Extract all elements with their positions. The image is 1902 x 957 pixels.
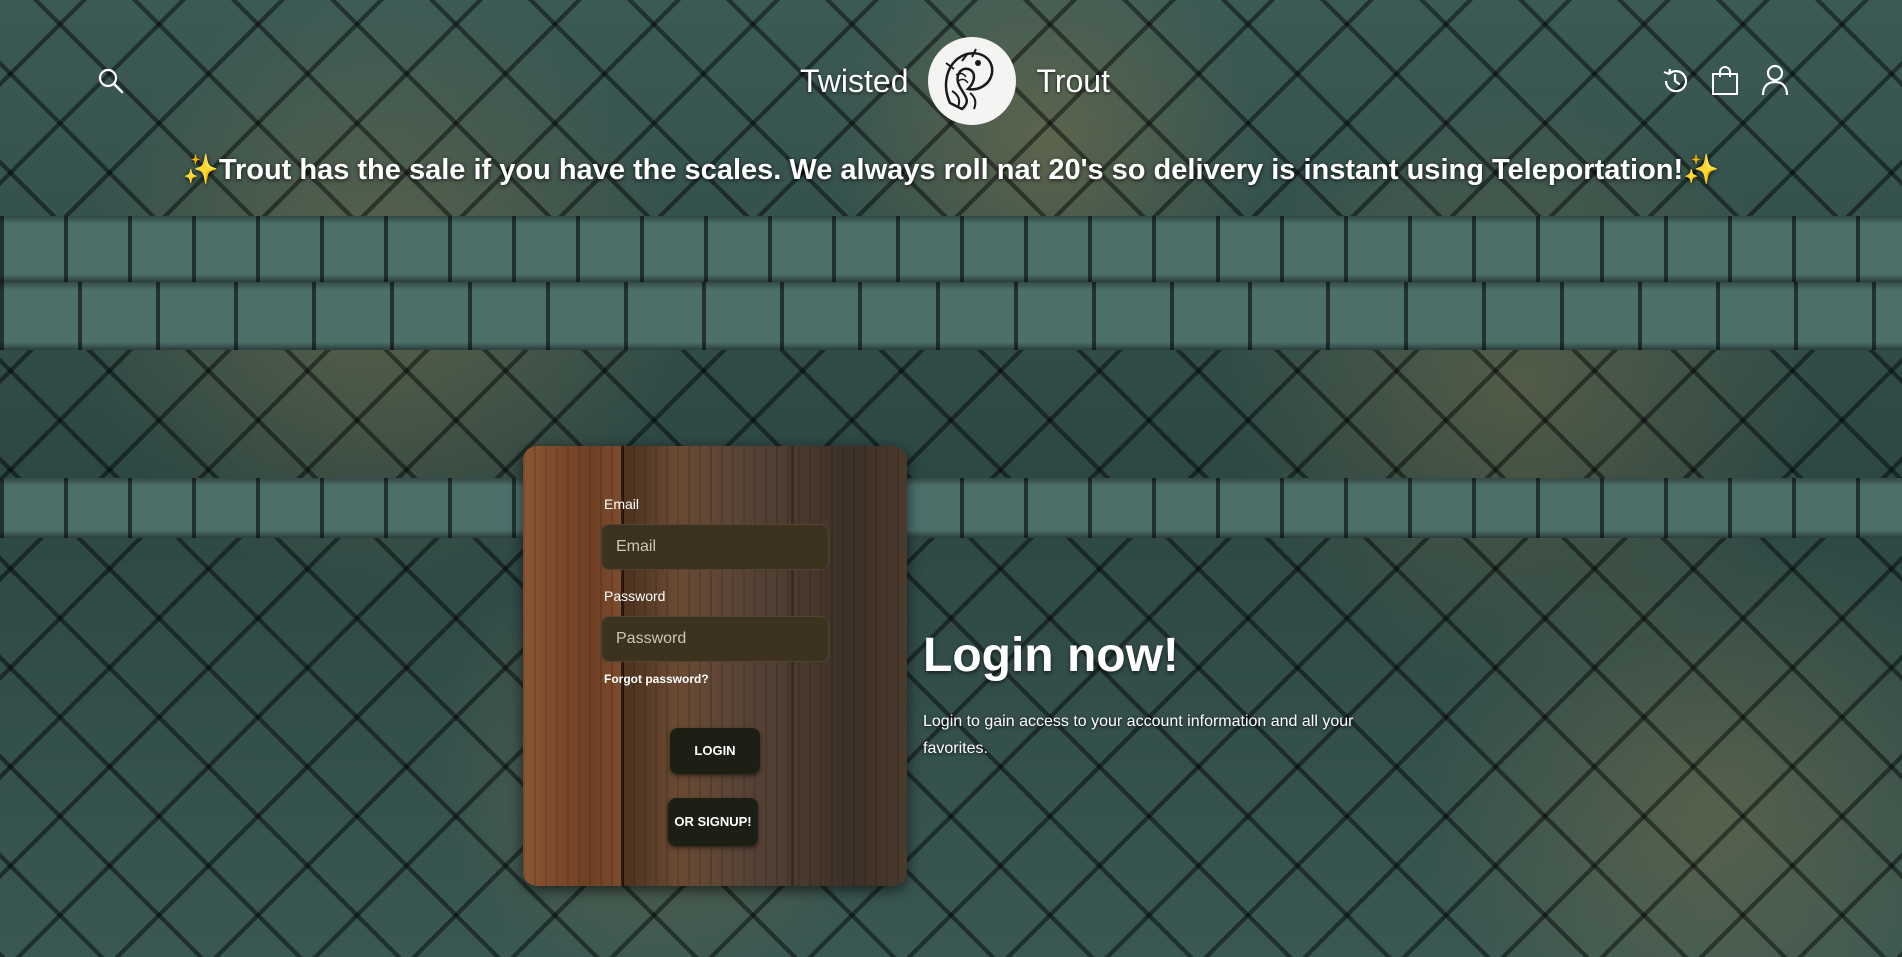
page-description: Login to gain access to your account inf… (923, 713, 1354, 757)
shopping-bag-icon (1712, 66, 1738, 95)
password-field[interactable] (601, 616, 829, 662)
history-icon (1663, 68, 1688, 93)
wood-plank-divider (621, 446, 624, 886)
sparkle-icon: ✨ (1683, 154, 1720, 186)
user-icon (1761, 64, 1789, 96)
brand-logo-link[interactable]: Twisted Trout (800, 36, 1110, 126)
promo-banner: ✨Trout has the sale if you have the scal… (0, 153, 1902, 187)
history-button[interactable] (1658, 64, 1692, 98)
email-field[interactable] (601, 524, 829, 570)
promo-text: Trout has the sale if you have the scale… (218, 154, 1684, 186)
account-button[interactable] (1758, 63, 1792, 97)
login-button[interactable]: Login (670, 728, 760, 774)
search-icon (98, 68, 124, 94)
forgot-password-link[interactable]: Forgot password? (604, 672, 709, 686)
stone-band-decoration (0, 478, 1902, 538)
trout-logo-icon (928, 37, 1017, 125)
sparkle-icon: ✨ (182, 154, 219, 186)
brand-name-left: Twisted (800, 62, 909, 99)
search-button[interactable] (94, 64, 128, 98)
wood-plank-divider (791, 446, 794, 886)
site-header: Twisted Trout (0, 0, 1902, 140)
brand-name-right: Trout (1036, 62, 1110, 99)
login-form: Email Password Forgot password? Login Or… (523, 446, 907, 886)
email-label: Email (604, 496, 640, 512)
password-label: Password (604, 588, 666, 604)
stone-band-decoration (0, 282, 1902, 350)
cart-button[interactable] (1708, 63, 1742, 97)
page-background: Twisted Trout ✨Trout has the sale if you… (0, 0, 1902, 957)
signup-button[interactable]: Or signup! (668, 798, 758, 846)
page-title: Login now! (923, 629, 1179, 682)
stone-band-decoration (0, 216, 1902, 282)
